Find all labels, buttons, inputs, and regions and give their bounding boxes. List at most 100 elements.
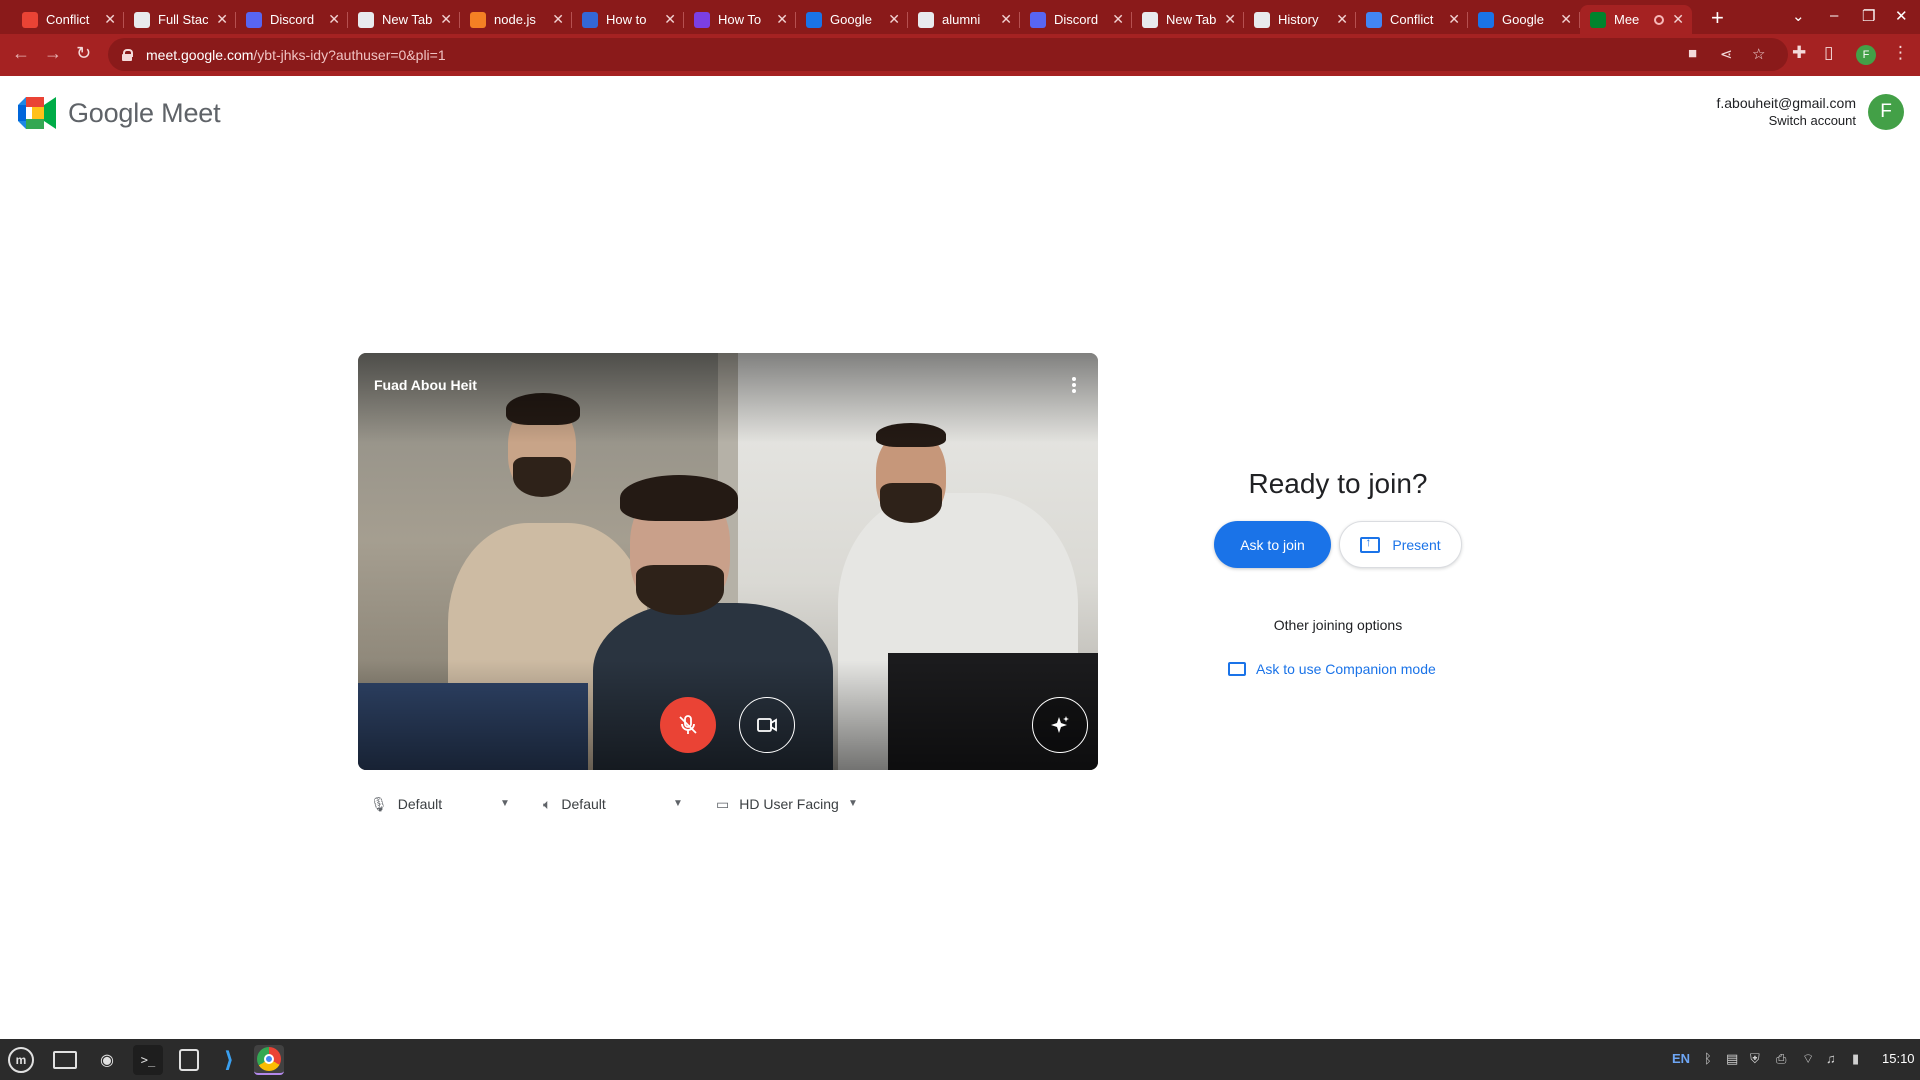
close-tab-icon[interactable]: ✕ — [1000, 11, 1012, 28]
close-tab-icon[interactable]: ✕ — [1560, 11, 1572, 28]
browser-tab[interactable]: Google ✕ — [796, 5, 908, 34]
present-button[interactable]: Present — [1339, 521, 1462, 568]
browser-tab[interactable]: Discord ✕ — [1020, 5, 1132, 34]
browser-tab[interactable]: History ✕ — [1244, 5, 1356, 34]
close-tab-icon[interactable]: ✕ — [104, 11, 116, 28]
close-tab-icon[interactable]: ✕ — [328, 11, 340, 28]
keyboard-language-indicator[interactable]: EN — [1672, 1051, 1690, 1066]
share-icon[interactable]: ⋖ — [1720, 45, 1733, 63]
close-window-icon[interactable]: ✕ — [1895, 7, 1908, 25]
meet-logo-icon — [18, 97, 56, 129]
browser-tab-title: How To — [718, 12, 762, 27]
close-tab-icon[interactable]: ✕ — [664, 11, 676, 28]
document-icon — [134, 11, 150, 28]
google-meet-logo[interactable]: Google Meet — [18, 97, 221, 129]
other-joining-options-heading: Other joining options — [1273, 617, 1403, 633]
browser-tab-strip: Conflict ✕ Full Stac ✕ Discord ✕ New Tab ✕ node.… — [0, 0, 1920, 34]
address-bar[interactable]: meet.google.com/ybt-jhks-idy?authuser=0&… — [108, 38, 1788, 71]
discord-icon — [1030, 11, 1046, 28]
profile-avatar[interactable]: F — [1856, 45, 1876, 65]
back-icon[interactable]: ← — [12, 43, 30, 64]
close-tab-icon[interactable]: ✕ — [1336, 11, 1348, 28]
browser-tab-title: Conflict — [1390, 12, 1434, 27]
sound-icon[interactable]: ♫ — [1826, 1051, 1836, 1066]
account-info: f.abouheit@gmail.com Switch account — [1716, 95, 1856, 128]
new-tab-button[interactable]: + — [1711, 5, 1724, 31]
bookmark-star-icon[interactable]: ☆ — [1752, 45, 1765, 63]
close-tab-icon[interactable]: ✕ — [216, 11, 228, 28]
browser-tab[interactable]: Mee ✕ — [1580, 5, 1692, 34]
browser-tab[interactable]: alumni ✕ — [908, 5, 1020, 34]
close-tab-icon[interactable]: ✕ — [1224, 11, 1236, 28]
companion-mode-link[interactable]: Ask to use Companion mode — [1228, 661, 1436, 677]
wifi-icon[interactable]: ⌔ — [1802, 1051, 1814, 1067]
tab-search-icon[interactable]: ⌄ — [1792, 7, 1805, 25]
browser-tab[interactable]: Full Stac ✕ — [124, 5, 236, 34]
speaker-select[interactable]: 🔈︎ Default ▼ — [543, 794, 685, 814]
gmail-icon — [22, 11, 38, 28]
meet-logo-text: Google Meet — [68, 97, 221, 128]
google-icon — [918, 11, 934, 28]
browser-tab[interactable]: node.js ✕ — [460, 5, 572, 34]
browser-tab[interactable]: Google ✕ — [1468, 5, 1580, 34]
browser-tab[interactable]: How to ✕ — [572, 5, 684, 34]
visual-effects-button[interactable] — [1032, 697, 1088, 753]
preview-participant-name: Fuad Abou Heit — [374, 377, 477, 393]
file-manager-icon[interactable] — [50, 1045, 80, 1075]
ask-to-join-button[interactable]: Ask to join — [1214, 521, 1331, 568]
browser-tab-title: Full Stac — [158, 12, 208, 27]
forward-icon[interactable]: → — [44, 43, 62, 64]
browser-tab[interactable]: How To ✕ — [684, 5, 796, 34]
firefox-icon[interactable]: ◉ — [92, 1045, 122, 1075]
camera-in-use-icon[interactable]: ■ — [1688, 45, 1697, 62]
close-tab-icon[interactable]: ✕ — [1672, 11, 1684, 28]
restore-icon[interactable]: ❐ — [1862, 7, 1875, 25]
switch-account-link[interactable]: Switch account — [1716, 113, 1856, 128]
camera-toggle-button[interactable] — [739, 697, 795, 753]
close-tab-icon[interactable]: ✕ — [776, 11, 788, 28]
account-avatar[interactable]: F — [1868, 94, 1904, 130]
video-camera-icon — [757, 718, 777, 732]
companion-mode-icon — [1228, 662, 1246, 676]
browser-tab-title: Mee — [1614, 12, 1640, 27]
minimize-icon[interactable]: – — [1830, 7, 1838, 24]
close-tab-icon[interactable]: ✕ — [1112, 11, 1124, 28]
chevron-down-icon: ▼ — [673, 798, 683, 809]
browser-tab[interactable]: Conflict ✕ — [12, 5, 124, 34]
chrome-icon — [1142, 11, 1158, 28]
browser-tab[interactable]: Discord ✕ — [236, 5, 348, 34]
bluetooth-icon[interactable]: ᛒ — [1704, 1051, 1712, 1066]
close-tab-icon[interactable]: ✕ — [552, 11, 564, 28]
close-tab-icon[interactable]: ✕ — [1448, 11, 1460, 28]
camera-preview: Fuad Abou Heit — [358, 353, 1098, 770]
close-tab-icon[interactable]: ✕ — [440, 11, 452, 28]
reload-icon[interactable]: ↻ — [76, 43, 91, 64]
battery-icon[interactable]: ▮ — [1852, 1051, 1859, 1067]
chrome-taskbar-icon[interactable] — [254, 1045, 284, 1075]
clipboard-icon[interactable]: ▤ — [1726, 1051, 1738, 1067]
extensions-icon[interactable]: ✚ — [1792, 43, 1806, 63]
discord-icon — [246, 11, 262, 28]
lock-icon[interactable] — [122, 48, 133, 61]
microphone-toggle-button[interactable] — [660, 697, 716, 753]
browser-tab[interactable]: New Tab ✕ — [348, 5, 460, 34]
browser-tab-title: New Tab — [1166, 12, 1216, 27]
microphone-select[interactable]: 🎙︎ Default ▼ — [370, 794, 512, 814]
camera-select-value: HD User Facing — [739, 796, 839, 812]
menu-icon[interactable]: ⋮ — [1892, 43, 1909, 63]
close-tab-icon[interactable]: ✕ — [888, 11, 900, 28]
terminal-icon[interactable]: >_ — [133, 1045, 163, 1075]
printer-icon[interactable]: ⎙ — [1776, 1051, 1786, 1067]
browser-toolbar: ← → ↻ meet.google.com/ybt-jhks-idy?authu… — [0, 34, 1920, 76]
recording-icon — [1654, 14, 1664, 25]
browser-tab[interactable]: Conflict ✕ — [1356, 5, 1468, 34]
more-options-icon[interactable] — [1072, 377, 1076, 393]
vscode-icon[interactable]: ⟩ — [214, 1045, 244, 1075]
text-editor-icon[interactable] — [174, 1045, 204, 1075]
side-panel-icon[interactable]: ▯ — [1824, 43, 1833, 63]
browser-tab[interactable]: New Tab ✕ — [1132, 5, 1244, 34]
camera-select[interactable]: ▭ HD User Facing ▼ — [716, 794, 858, 814]
shield-icon[interactable]: ⛨ — [1750, 1051, 1760, 1067]
google-sheets-icon — [1478, 11, 1494, 28]
start-menu-icon[interactable]: m — [6, 1045, 36, 1075]
